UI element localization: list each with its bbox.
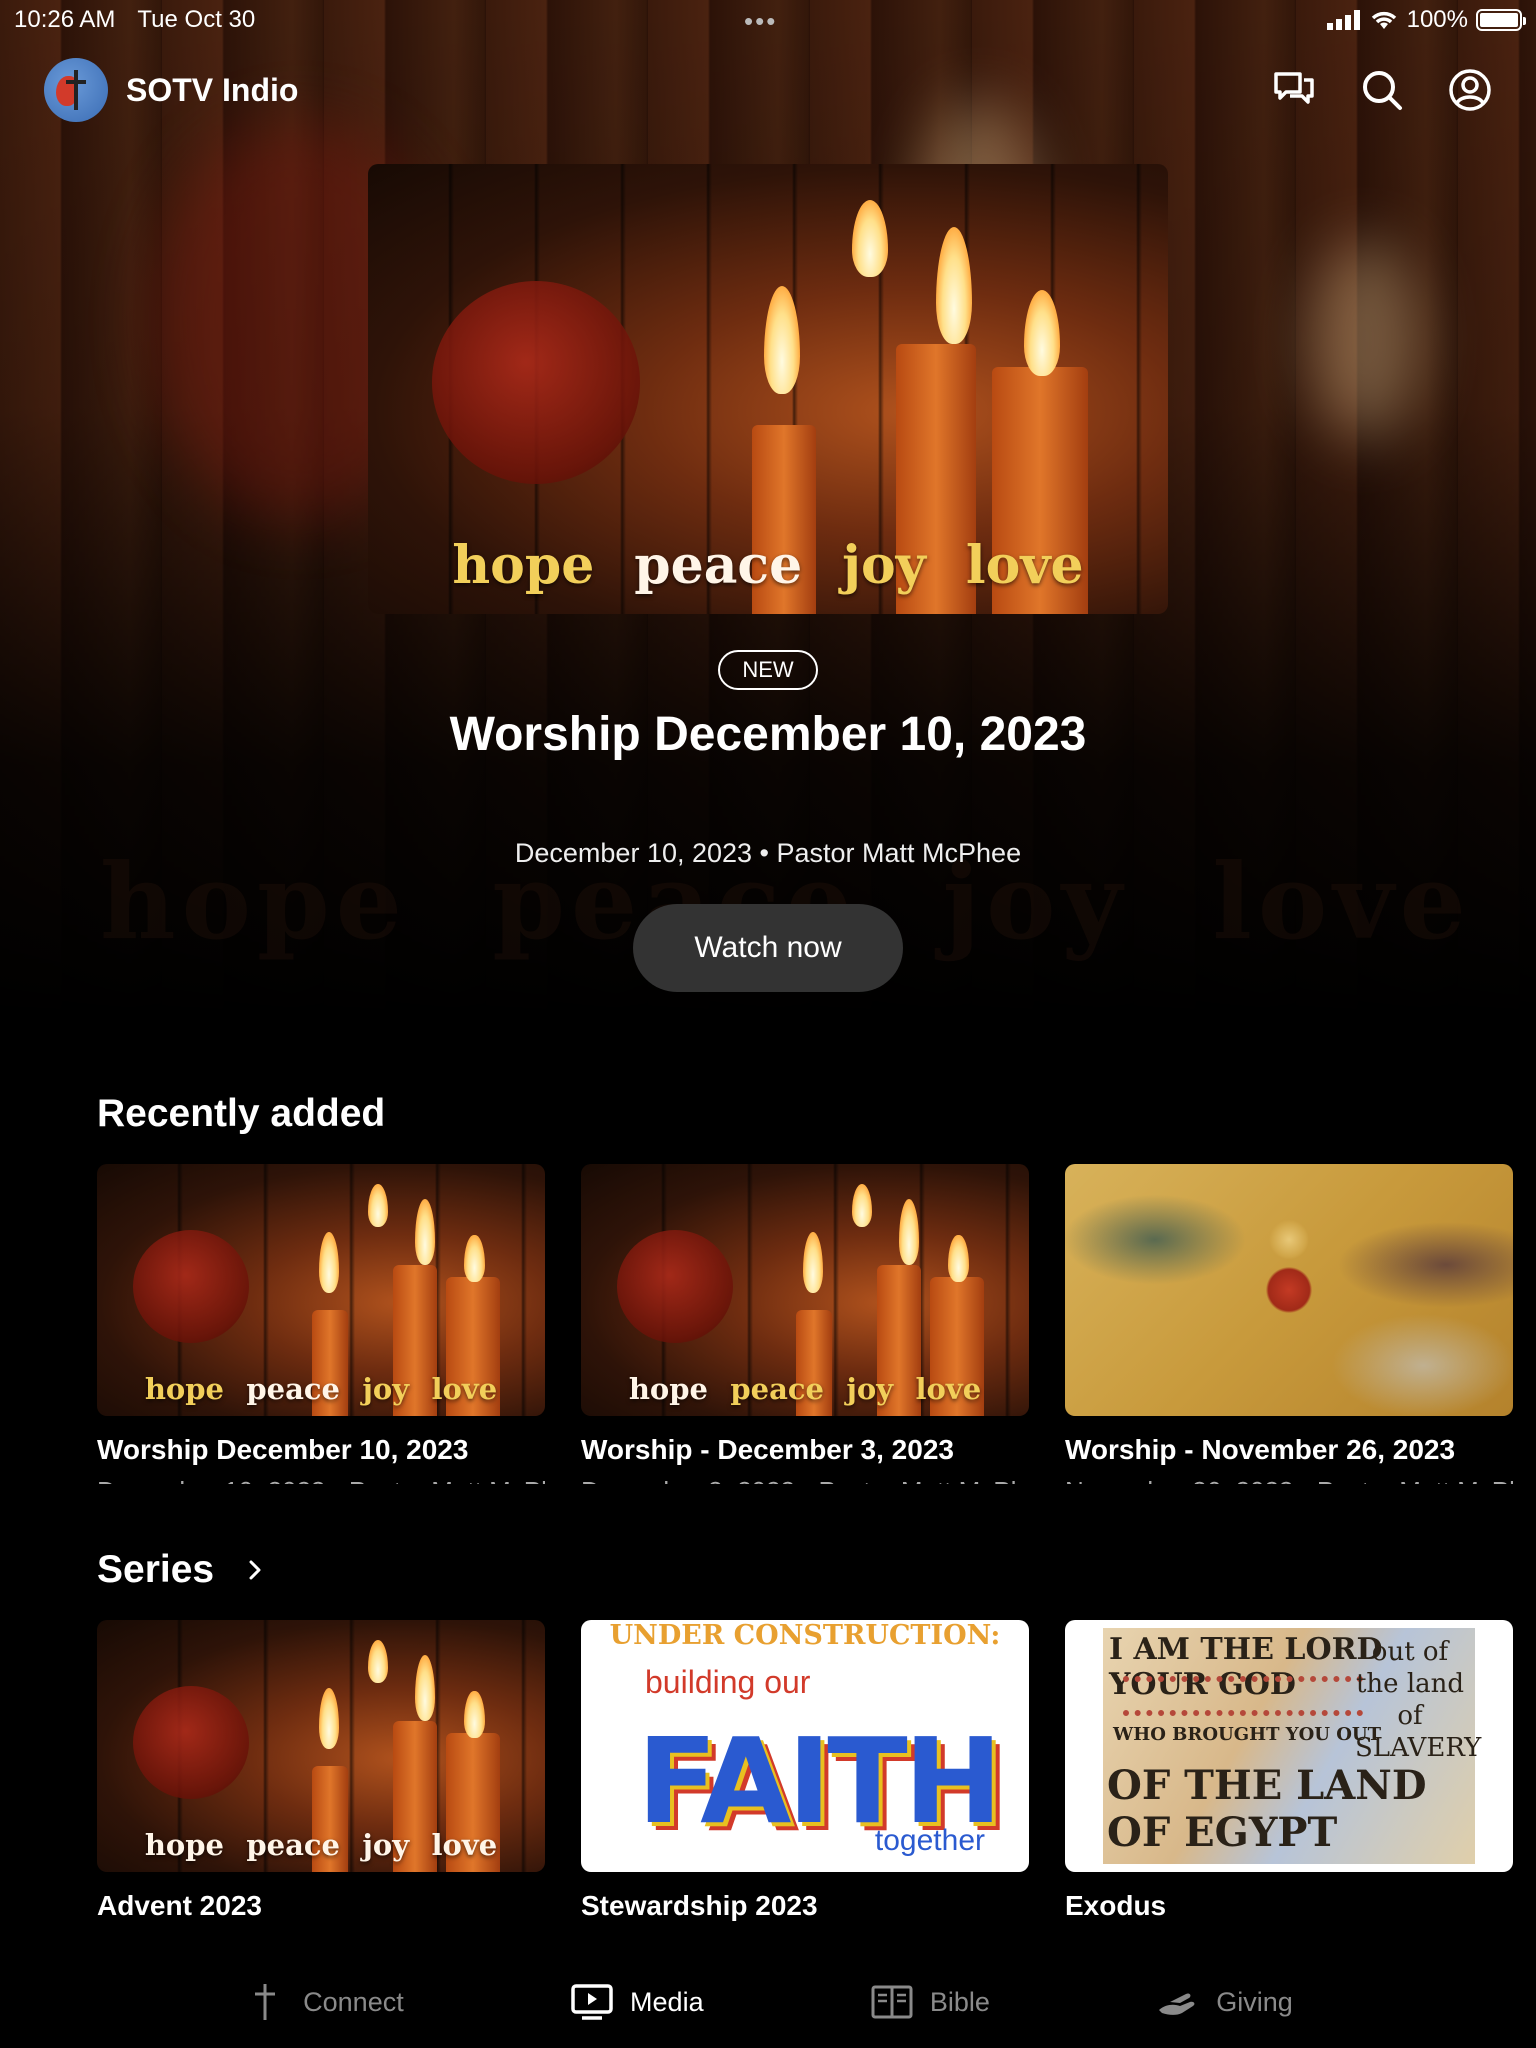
series-card-title: Advent 2023: [97, 1890, 262, 1921]
tab-connect[interactable]: Connect: [243, 1982, 404, 2022]
series-card-title: Stewardship 2023: [581, 1890, 818, 1921]
multitasking-dots-icon[interactable]: •••: [744, 6, 777, 37]
series-thumbnail[interactable]: I AM THE LORD YOUR GOD WHO BROUGHT YOU O…: [1065, 1620, 1513, 1872]
watch-now-button[interactable]: Watch now: [633, 904, 903, 992]
series-card[interactable]: UNDER CONSTRUCTION: building our FAITH t…: [581, 1620, 1029, 1940]
series-heading[interactable]: Series: [97, 1548, 266, 1592]
stewardship-artwork: UNDER CONSTRUCTION: building our FAITH t…: [581, 1620, 1029, 1872]
mosaic-artwork: [1065, 1164, 1513, 1416]
thumbnail-art-words: hope peace joy love: [628, 1371, 982, 1406]
hero-art-words: hope peace joy love: [452, 535, 1084, 596]
media-thumbnail[interactable]: hope peace joy love: [97, 1164, 545, 1416]
church-logo[interactable]: [44, 58, 108, 122]
hero-subtitle: December 10, 2023 • Pastor Matt McPhee: [514, 838, 1022, 868]
series-card-title: Exodus: [1065, 1890, 1167, 1921]
status-time: 10:26 AM: [14, 6, 116, 33]
hero-thumbnail[interactable]: hope peace joy love: [368, 164, 1168, 614]
thumbnail-art-words: hope peace joy love: [144, 1371, 498, 1406]
recently-added-heading: Recently added: [97, 1092, 386, 1135]
series-thumbnail[interactable]: hope peace joy love: [97, 1620, 545, 1872]
hero-title: Worship December 10, 2023: [449, 708, 1087, 761]
media-card-subtitle: December 10, 2023 • Pastor Matt McPhee: [97, 1476, 545, 1484]
battery-percent: 100%: [1406, 6, 1468, 33]
thumbnail-art-words: hope peace joy love: [144, 1827, 498, 1862]
cellular-signal-icon: [1326, 10, 1360, 30]
media-thumbnail[interactable]: [1065, 1164, 1513, 1416]
series-card[interactable]: I AM THE LORD YOUR GOD WHO BROUGHT YOU O…: [1065, 1620, 1513, 1940]
chevron-right-icon[interactable]: [244, 1559, 266, 1581]
recently-added-row: hope peace joy love Worship December 10,…: [97, 1164, 1536, 1484]
battery-icon: [1476, 9, 1526, 31]
media-card-title: Worship - December 3, 2023: [581, 1434, 954, 1465]
status-bar: 10:26 AM Tue Oct 30 ••• 100%: [0, 0, 1536, 40]
giving-hand-icon: [1159, 1993, 1195, 2015]
search-icon[interactable]: [1360, 68, 1404, 112]
media-card[interactable]: hope peace joy love Worship December 10,…: [97, 1164, 545, 1484]
exodus-artwork: I AM THE LORD YOUR GOD WHO BROUGHT YOU O…: [1065, 1620, 1513, 1872]
tab-bar: Connect Media Bible Giving: [0, 1956, 1536, 2048]
series-row: hope peace joy love Advent 2023 UNDER CO…: [97, 1620, 1536, 1940]
chat-icon[interactable]: [1272, 68, 1316, 112]
new-badge: NEW: [718, 650, 818, 690]
tab-giving[interactable]: Giving: [1156, 1982, 1293, 2022]
account-icon[interactable]: [1448, 68, 1492, 112]
tv-icon: [571, 1984, 613, 2020]
app-header: SOTV Indio: [44, 58, 1492, 122]
media-card[interactable]: hope peace joy love Worship - December 3…: [581, 1164, 1029, 1484]
media-card[interactable]: Worship - November 26, 2023 November 26,…: [1065, 1164, 1513, 1484]
media-thumbnail[interactable]: hope peace joy love: [581, 1164, 1029, 1416]
media-card-title: Worship - November 26, 2023: [1065, 1434, 1456, 1465]
media-card-subtitle: November 26, 2023 • Pastor Matt McPhee: [1065, 1476, 1513, 1484]
battery-fill: [1480, 13, 1518, 27]
media-card-title: Worship December 10, 2023: [97, 1434, 469, 1465]
cross-icon: [255, 1984, 276, 2020]
series-card[interactable]: hope peace joy love Advent 2023: [97, 1620, 545, 1940]
wifi-icon: [1371, 11, 1396, 29]
tab-media[interactable]: Media: [570, 1982, 704, 2022]
status-date: Tue Oct 30: [137, 6, 256, 33]
book-icon: [871, 1985, 913, 2019]
media-card-subtitle: December 3, 2023 • Pastor Matt McPhee: [581, 1476, 1029, 1484]
tab-bible[interactable]: Bible: [870, 1982, 990, 2022]
app-title: SOTV Indio: [126, 71, 299, 108]
series-thumbnail[interactable]: UNDER CONSTRUCTION: building our FAITH t…: [581, 1620, 1029, 1872]
